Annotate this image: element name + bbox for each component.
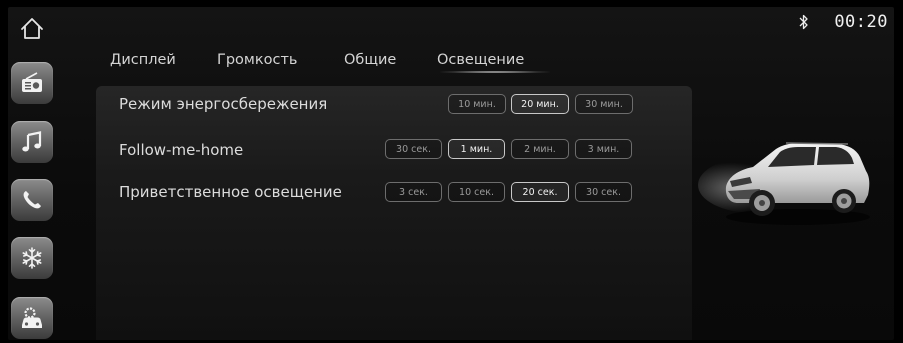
sidebar-item-climate[interactable] (11, 237, 53, 279)
tab-lighting[interactable]: Освещение (437, 52, 524, 68)
head-unit-screen: 00:20 Дисплей Громкость Общие Освещение … (8, 7, 894, 340)
welcome-lighting-label: Приветственное освещение (119, 183, 342, 201)
active-tab-indicator (440, 71, 550, 73)
welcome-lighting-option-10sec[interactable]: 10 сек. (448, 182, 505, 202)
welcome-lighting-option-3sec[interactable]: 3 сек. (385, 182, 442, 202)
sidebar-item-car-settings[interactable] (11, 297, 53, 339)
tab-volume[interactable]: Громкость (217, 52, 297, 68)
follow-me-home-label: Follow-me-home (119, 141, 244, 159)
energy-saving-option-20min[interactable]: 20 мин. (511, 94, 569, 114)
sidebar-item-phone[interactable] (11, 179, 53, 221)
car-illustration (698, 142, 870, 225)
sidebar (8, 7, 58, 340)
sidebar-item-radio[interactable] (11, 62, 53, 104)
home-button[interactable] (18, 15, 46, 43)
home-icon (21, 18, 43, 39)
welcome-lighting-option-30sec[interactable]: 30 сек. (575, 182, 632, 202)
music-note-icon (22, 131, 42, 152)
energy-saving-option-10min[interactable]: 10 мин. (448, 94, 506, 114)
follow-me-home-option-2min[interactable]: 2 мин. (511, 139, 569, 159)
phone-icon (23, 191, 41, 209)
bluetooth-icon (799, 14, 808, 30)
radio-icon (22, 72, 42, 92)
follow-me-home-option-30sec[interactable]: 30 сек. (385, 139, 442, 159)
clock: 00:20 (834, 12, 888, 32)
follow-me-home-option-3min[interactable]: 3 мин. (575, 139, 632, 159)
welcome-lighting-option-20sec[interactable]: 20 сек. (511, 182, 569, 202)
car-settings-icon (22, 307, 42, 328)
sidebar-item-music[interactable] (11, 121, 53, 163)
settings-panel (96, 86, 692, 340)
follow-me-home-option-1min[interactable]: 1 мин. (448, 139, 505, 159)
status-bar: 00:20 (798, 10, 888, 34)
tab-general[interactable]: Общие (344, 52, 396, 68)
snowflake-icon (22, 247, 42, 269)
energy-saving-option-30min[interactable]: 30 мин. (575, 94, 633, 114)
energy-saving-label: Режим энергосбережения (119, 95, 328, 113)
tab-display[interactable]: Дисплей (110, 52, 176, 68)
